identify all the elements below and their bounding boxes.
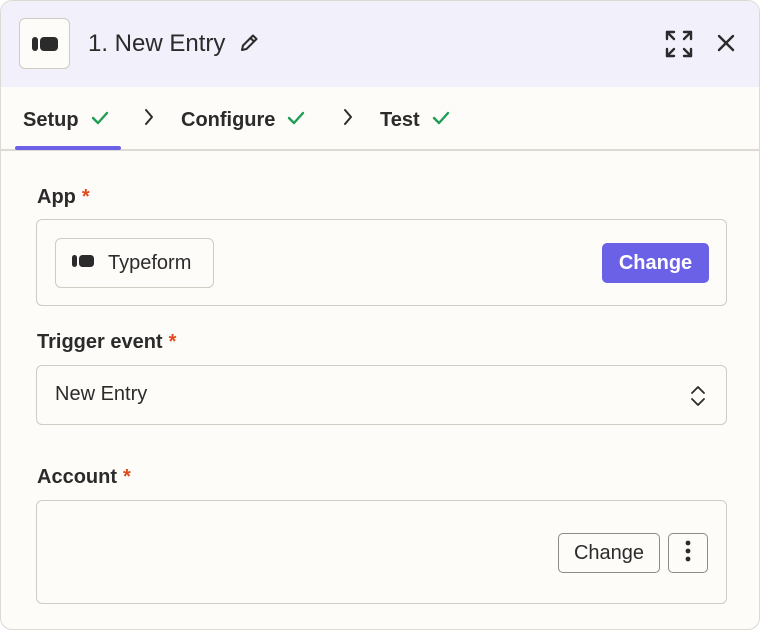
required-marker: * [168,331,177,353]
check-icon [287,111,305,130]
trigger-label-text: Trigger event [37,331,163,353]
step-panel: 1. New Entry Setup Configure Test App * … [0,0,760,630]
app-field: Typeform Change [36,219,727,306]
active-tab-indicator [15,146,121,150]
app-chip-typeform[interactable]: Typeform [55,238,214,288]
trigger-event-select[interactable]: New Entry [36,365,727,425]
account-field: Change [36,500,727,604]
step-header: 1. New Entry [1,1,759,87]
tab-label: Test [380,108,420,131]
required-marker: * [81,186,90,208]
check-icon [91,111,109,130]
more-options-button[interactable] [668,533,708,573]
tab-test[interactable]: Test [380,106,450,134]
app-field-label: App * [37,186,90,209]
more-vertical-icon [685,540,691,567]
tab-label: Configure [181,108,276,131]
app-name: Typeform [108,251,192,274]
close-icon[interactable] [716,33,736,58]
typeform-logo-icon [19,18,70,69]
step-tabs: Setup Configure Test [1,87,759,151]
chevron-right-icon [143,108,155,131]
change-app-button[interactable]: Change [602,243,709,283]
app-label-text: App [37,186,76,208]
tab-label: Setup [23,108,79,131]
trigger-event-label: Trigger event * [37,331,176,354]
tab-configure[interactable]: Configure [181,106,305,134]
expand-icon[interactable] [665,30,693,63]
required-marker: * [123,466,131,488]
account-field-label: Account * [37,466,131,489]
chevron-right-icon [342,108,354,131]
pencil-icon[interactable] [238,32,260,59]
step-title: 1. New Entry [88,30,226,57]
tab-setup[interactable]: Setup [23,106,109,134]
check-icon [432,111,450,130]
trigger-event-value: New Entry [55,383,148,405]
change-account-button[interactable]: Change [558,533,660,573]
typeform-logo-icon [72,254,94,273]
account-label-text: Account [37,466,117,488]
chevron-up-down-icon [689,384,707,413]
